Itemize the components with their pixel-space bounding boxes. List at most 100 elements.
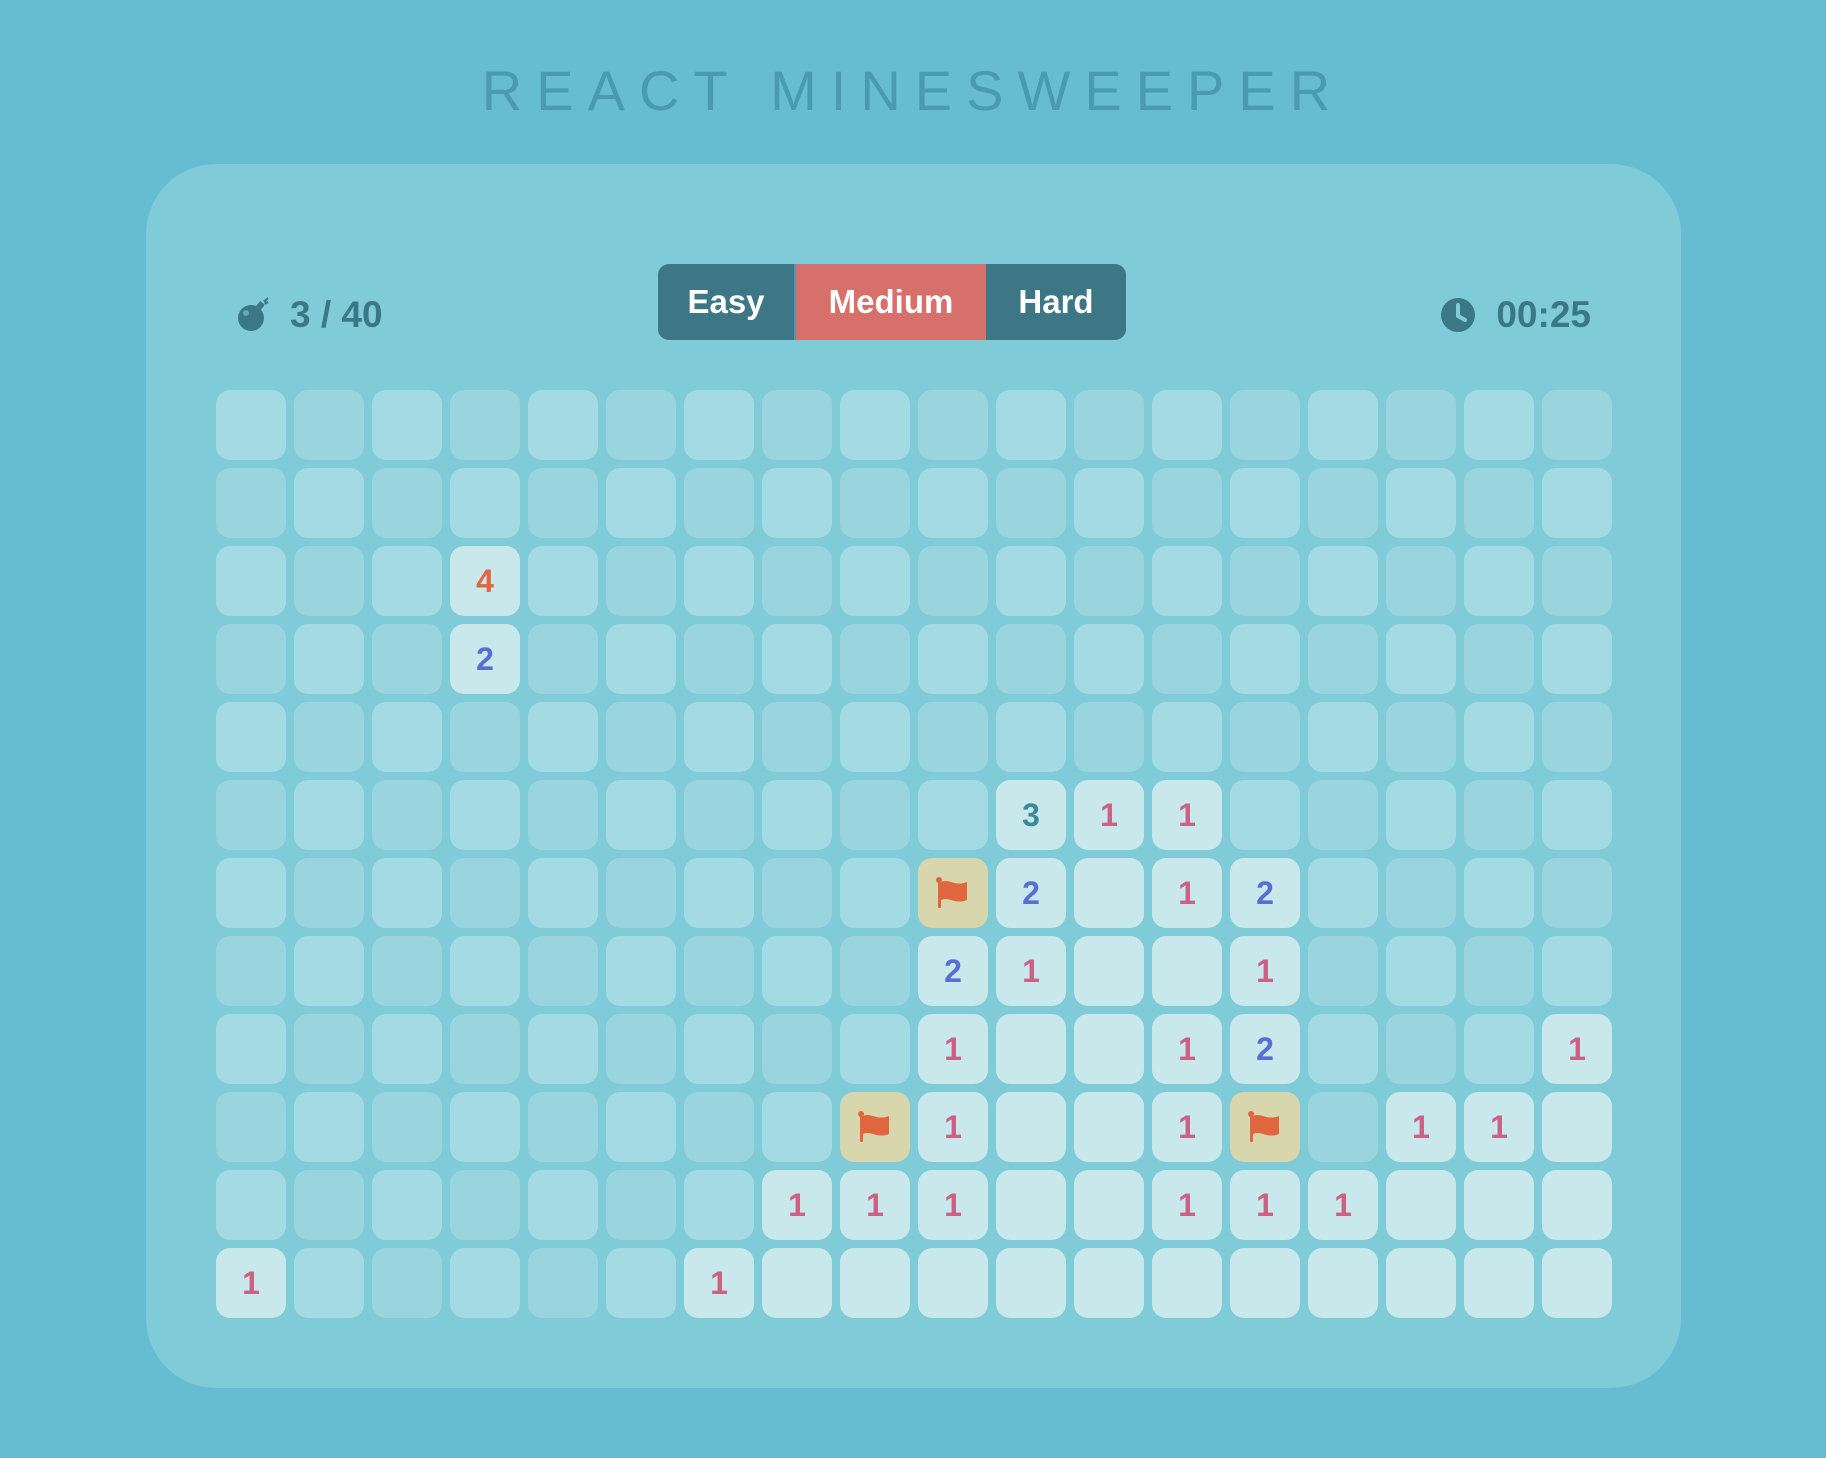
revealed-empty-cell[interactable] — [1152, 1248, 1222, 1318]
medium-button[interactable]: Medium — [794, 264, 986, 340]
hidden-cell[interactable] — [1386, 390, 1456, 460]
hidden-cell[interactable] — [1074, 468, 1144, 538]
hidden-cell[interactable] — [1308, 702, 1378, 772]
hidden-cell[interactable] — [996, 390, 1066, 460]
hidden-cell[interactable] — [450, 1170, 520, 1240]
hidden-cell[interactable] — [1308, 546, 1378, 616]
hidden-cell[interactable] — [1152, 702, 1222, 772]
hidden-cell[interactable] — [216, 546, 286, 616]
hidden-cell[interactable] — [606, 1092, 676, 1162]
hidden-cell[interactable] — [216, 624, 286, 694]
hidden-cell[interactable] — [450, 702, 520, 772]
revealed-empty-cell[interactable] — [1152, 936, 1222, 1006]
hidden-cell[interactable] — [528, 624, 598, 694]
hidden-cell[interactable] — [528, 936, 598, 1006]
revealed-number-cell[interactable]: 1 — [1230, 1170, 1300, 1240]
revealed-number-cell[interactable]: 2 — [918, 936, 988, 1006]
hidden-cell[interactable] — [1308, 390, 1378, 460]
hidden-cell[interactable] — [1152, 546, 1222, 616]
revealed-number-cell[interactable]: 1 — [1386, 1092, 1456, 1162]
hidden-cell[interactable] — [1464, 780, 1534, 850]
hidden-cell[interactable] — [684, 936, 754, 1006]
hidden-cell[interactable] — [1542, 780, 1612, 850]
hidden-cell[interactable] — [1152, 624, 1222, 694]
revealed-number-cell[interactable]: 2 — [1230, 858, 1300, 928]
hidden-cell[interactable] — [1074, 390, 1144, 460]
hidden-cell[interactable] — [294, 468, 364, 538]
hidden-cell[interactable] — [216, 780, 286, 850]
hidden-cell[interactable] — [372, 390, 442, 460]
revealed-number-cell[interactable]: 2 — [996, 858, 1066, 928]
hidden-cell[interactable] — [1464, 546, 1534, 616]
hidden-cell[interactable] — [528, 546, 598, 616]
hidden-cell[interactable] — [528, 858, 598, 928]
hidden-cell[interactable] — [528, 390, 598, 460]
hidden-cell[interactable] — [1074, 546, 1144, 616]
hidden-cell[interactable] — [1230, 624, 1300, 694]
revealed-empty-cell[interactable] — [1464, 1170, 1534, 1240]
hidden-cell[interactable] — [528, 780, 598, 850]
hidden-cell[interactable] — [1230, 390, 1300, 460]
hidden-cell[interactable] — [294, 936, 364, 1006]
hidden-cell[interactable] — [684, 390, 754, 460]
revealed-empty-cell[interactable] — [918, 1248, 988, 1318]
hidden-cell[interactable] — [1386, 858, 1456, 928]
hidden-cell[interactable] — [1464, 936, 1534, 1006]
hidden-cell[interactable] — [216, 1092, 286, 1162]
hidden-cell[interactable] — [372, 936, 442, 1006]
hidden-cell[interactable] — [528, 1170, 598, 1240]
hidden-cell[interactable] — [450, 858, 520, 928]
revealed-number-cell[interactable]: 1 — [1152, 1170, 1222, 1240]
hidden-cell[interactable] — [1542, 546, 1612, 616]
hidden-cell[interactable] — [294, 546, 364, 616]
hidden-cell[interactable] — [1386, 546, 1456, 616]
hidden-cell[interactable] — [294, 858, 364, 928]
hidden-cell[interactable] — [606, 468, 676, 538]
hidden-cell[interactable] — [294, 780, 364, 850]
revealed-empty-cell[interactable] — [1074, 858, 1144, 928]
hidden-cell[interactable] — [1542, 468, 1612, 538]
revealed-number-cell[interactable]: 1 — [1308, 1170, 1378, 1240]
revealed-empty-cell[interactable] — [996, 1170, 1066, 1240]
hidden-cell[interactable] — [918, 546, 988, 616]
hidden-cell[interactable] — [528, 1092, 598, 1162]
hidden-cell[interactable] — [1464, 624, 1534, 694]
hidden-cell[interactable] — [840, 546, 910, 616]
hidden-cell[interactable] — [684, 702, 754, 772]
revealed-empty-cell[interactable] — [996, 1014, 1066, 1084]
hidden-cell[interactable] — [1308, 780, 1378, 850]
revealed-empty-cell[interactable] — [996, 1248, 1066, 1318]
hidden-cell[interactable] — [606, 390, 676, 460]
hidden-cell[interactable] — [762, 546, 832, 616]
hidden-cell[interactable] — [684, 1014, 754, 1084]
hidden-cell[interactable] — [372, 858, 442, 928]
hidden-cell[interactable] — [684, 624, 754, 694]
hidden-cell[interactable] — [840, 702, 910, 772]
hidden-cell[interactable] — [372, 624, 442, 694]
hidden-cell[interactable] — [1308, 624, 1378, 694]
revealed-number-cell[interactable]: 1 — [840, 1170, 910, 1240]
hidden-cell[interactable] — [216, 936, 286, 1006]
revealed-number-cell[interactable]: 1 — [216, 1248, 286, 1318]
hidden-cell[interactable] — [1152, 468, 1222, 538]
hidden-cell[interactable] — [1464, 1014, 1534, 1084]
revealed-number-cell[interactable]: 1 — [684, 1248, 754, 1318]
hidden-cell[interactable] — [762, 1014, 832, 1084]
revealed-empty-cell[interactable] — [1386, 1248, 1456, 1318]
hidden-cell[interactable] — [372, 546, 442, 616]
hidden-cell[interactable] — [450, 1092, 520, 1162]
revealed-number-cell[interactable]: 1 — [1152, 1092, 1222, 1162]
revealed-number-cell[interactable]: 1 — [1152, 858, 1222, 928]
hidden-cell[interactable] — [684, 546, 754, 616]
revealed-empty-cell[interactable] — [1542, 1170, 1612, 1240]
hidden-cell[interactable] — [1386, 780, 1456, 850]
hidden-cell[interactable] — [294, 624, 364, 694]
hidden-cell[interactable] — [762, 936, 832, 1006]
hidden-cell[interactable] — [372, 780, 442, 850]
hidden-cell[interactable] — [1308, 468, 1378, 538]
revealed-number-cell[interactable]: 3 — [996, 780, 1066, 850]
hidden-cell[interactable] — [996, 624, 1066, 694]
revealed-number-cell[interactable]: 1 — [1464, 1092, 1534, 1162]
hidden-cell[interactable] — [294, 1014, 364, 1084]
revealed-number-cell[interactable]: 1 — [996, 936, 1066, 1006]
